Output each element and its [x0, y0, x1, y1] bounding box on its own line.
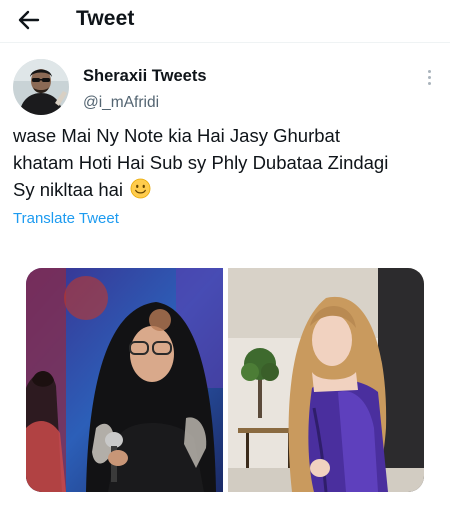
translate-tweet-link[interactable]: Translate Tweet	[13, 210, 119, 227]
page-header: Tweet	[0, 0, 450, 40]
media-photo-2[interactable]	[228, 268, 424, 492]
photo-woman-purple-dress	[228, 268, 424, 492]
media-photo-1[interactable]	[26, 268, 223, 492]
arrow-left-icon	[18, 10, 40, 30]
avatar[interactable]	[13, 59, 69, 115]
avatar-image	[13, 59, 69, 115]
slightly-smiling-face-icon	[130, 178, 151, 199]
more-dot	[427, 75, 431, 79]
tweet-page: Tweet Sheraxii Tweets @i_mAfridi wase Ma…	[0, 0, 450, 506]
page-title: Tweet	[76, 7, 135, 30]
more-dot	[427, 81, 431, 85]
tweet-text-line: wase Mai Ny Note kia Hai Jasy Ghurbat	[13, 125, 340, 146]
author-display-name[interactable]: Sheraxii Tweets	[83, 67, 207, 86]
back-button[interactable]	[12, 6, 46, 34]
tweet-text: wase Mai Ny Note kia Hai Jasy Ghurbat kh…	[13, 122, 443, 203]
author-handle[interactable]: @i_mAfridi	[83, 94, 159, 112]
tweet-text-fragment: Sy nikltaa hai	[13, 179, 124, 200]
photo-woman-hijab	[26, 268, 223, 492]
more-vertical-icon[interactable]	[419, 66, 439, 88]
tweet-text-line-last: Sy nikltaa hai	[13, 176, 443, 203]
tweet-text-line: khatam Hoti Hai Sub sy Phly Dubataa Zind…	[13, 152, 389, 173]
tweet-media	[26, 268, 424, 492]
more-dot	[427, 69, 431, 73]
header-divider	[0, 42, 450, 43]
